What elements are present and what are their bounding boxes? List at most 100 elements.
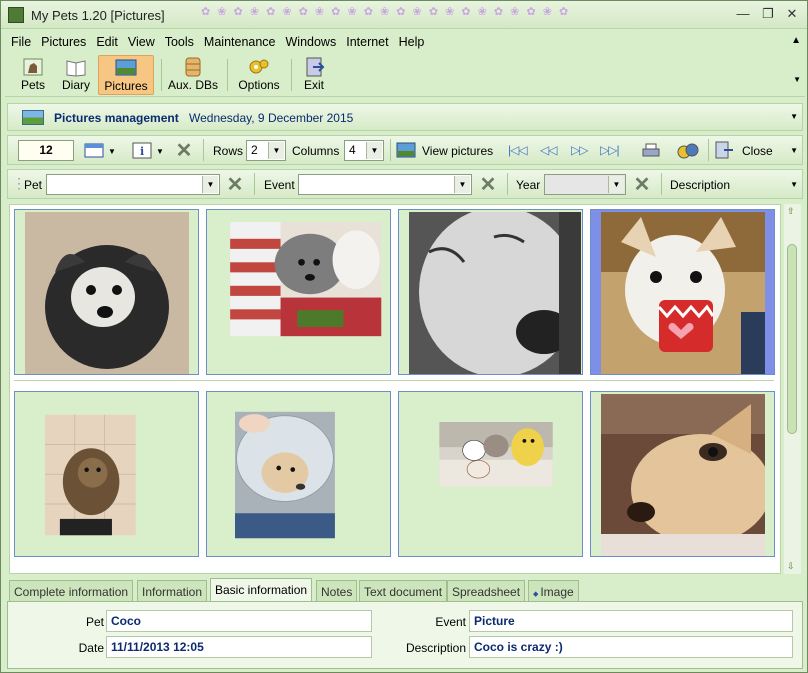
tab-image[interactable]: ◆ Image xyxy=(528,580,579,602)
tab-spreadsheet[interactable]: Spreadsheet xyxy=(447,580,526,602)
search-pictures-icon[interactable] xyxy=(676,142,700,159)
toolbar-separator xyxy=(203,139,204,161)
toolbar-separator xyxy=(661,173,662,195)
previous-page-icon[interactable]: ◁◁ xyxy=(540,143,557,157)
menu-help[interactable]: Help xyxy=(394,31,430,49)
tab-text-document[interactable]: Text document xyxy=(359,580,448,602)
chevron-down-icon[interactable]: ▼ xyxy=(366,142,382,159)
bar-chevron-icon[interactable]: ▼ xyxy=(790,146,798,155)
diary-label: Diary xyxy=(61,78,90,92)
menu-windows[interactable]: Windows xyxy=(281,31,342,49)
tab-complete-information[interactable]: Complete information xyxy=(9,580,134,602)
clear-pet-filter-icon[interactable]: ✕ xyxy=(225,175,245,195)
grid-scrollbar[interactable]: ⇧ ⇩ xyxy=(784,204,801,574)
picture-cell[interactable] xyxy=(590,391,775,557)
tab-information[interactable]: Information xyxy=(137,580,208,602)
picture-cell[interactable] xyxy=(14,209,199,375)
close-button[interactable]: Close xyxy=(712,139,782,161)
menu-file[interactable]: File xyxy=(6,31,36,49)
tab-basic-information[interactable]: Basic information xyxy=(210,578,313,602)
pets-label: Pets xyxy=(20,78,45,92)
header-chevron-icon[interactable]: ▼ xyxy=(790,112,798,121)
next-page-icon[interactable]: ▷▷ xyxy=(571,143,588,157)
columns-select[interactable]: 4 ▼ xyxy=(344,140,384,161)
dog-photo-4 xyxy=(601,212,765,374)
close-window-button[interactable]: ✕ xyxy=(781,5,803,23)
view-controls-bar: 12 ▼ i ▼ ✕ Rows 2 ▼ Columns 4 ▼ View pictu… xyxy=(7,135,803,165)
app-window: My Pets 1.20 [Pictures] ✿ ❀ ✿ ❀ ✿ ❀ ✿ ❀ … xyxy=(0,0,808,673)
view-pictures-button[interactable]: View pictures xyxy=(394,139,496,161)
clear-icon[interactable]: ✕ xyxy=(174,141,194,161)
title-bar: My Pets 1.20 [Pictures] ✿ ❀ ✿ ❀ ✿ ❀ ✿ ❀ … xyxy=(1,1,807,29)
event-label: Event xyxy=(435,615,466,629)
menu-edit[interactable]: Edit xyxy=(91,31,123,49)
last-page-icon[interactable]: ▷▷| xyxy=(600,143,620,157)
scroll-down-icon[interactable]: ⇩ xyxy=(787,561,795,572)
options-button[interactable]: Options xyxy=(234,55,284,95)
layout-icon[interactable] xyxy=(84,142,104,159)
menu-pictures[interactable]: Pictures xyxy=(36,31,91,49)
exit-button[interactable]: Exit xyxy=(297,55,331,95)
view-pictures-label: View pictures xyxy=(422,144,494,158)
event-filter-select[interactable]: ▼ xyxy=(298,174,472,195)
pictures-button[interactable]: Pictures xyxy=(98,55,154,95)
pet-filter-select[interactable]: ▼ xyxy=(46,174,220,195)
clear-event-filter-icon[interactable]: ✕ xyxy=(478,175,498,195)
picture-cell[interactable] xyxy=(398,391,583,557)
menu-internet[interactable]: Internet xyxy=(341,31,393,49)
date-label: Date xyxy=(78,641,104,655)
rows-label: Rows xyxy=(213,144,244,158)
menu-tools[interactable]: Tools xyxy=(160,31,199,49)
picture-cell[interactable] xyxy=(206,391,391,557)
columns-label: Columns xyxy=(292,144,340,158)
description-filter-label: Description xyxy=(670,178,731,192)
book-icon xyxy=(66,60,86,77)
event-value: Picture xyxy=(469,610,793,632)
bar-chevron-icon[interactable]: ▼ xyxy=(790,180,798,189)
aux-dbs-button[interactable]: Aux. DBs xyxy=(167,55,219,95)
chevron-down-icon[interactable]: ▼ xyxy=(268,142,284,159)
scroll-up-icon[interactable]: ⇧ xyxy=(787,206,795,217)
year-filter-label: Year xyxy=(516,178,541,192)
chevron-down-icon[interactable]: ▼ xyxy=(454,176,470,193)
picture-cell[interactable] xyxy=(14,391,199,557)
maximize-button[interactable]: ❐ xyxy=(757,5,779,23)
year-filter-select[interactable]: ▼ xyxy=(544,174,626,195)
exit-label: Exit xyxy=(303,78,324,92)
toolbar-separator xyxy=(291,59,292,91)
menu-view[interactable]: View xyxy=(123,31,160,49)
columns-value: 4 xyxy=(349,143,356,157)
tab-notes[interactable]: Notes xyxy=(316,580,358,602)
toolbar-separator xyxy=(507,173,508,195)
printer-icon[interactable] xyxy=(641,142,661,159)
section-header: Pictures management Wednesday, 9 Decembe… xyxy=(7,103,803,131)
scrollbar-thumb[interactable] xyxy=(787,244,797,434)
toolbar-separator xyxy=(254,173,255,195)
pet-value: Coco xyxy=(106,610,372,632)
picture-cell[interactable] xyxy=(206,209,391,375)
info-dropdown-icon[interactable]: ▼ xyxy=(156,147,164,156)
clear-year-filter-icon[interactable]: ✕ xyxy=(632,175,652,195)
menu-chevron-icon[interactable]: ▲ xyxy=(791,35,801,46)
first-page-icon[interactable]: |◁◁ xyxy=(508,143,528,157)
layout-dropdown-icon[interactable]: ▼ xyxy=(108,147,116,156)
picture-icon xyxy=(396,142,416,158)
menu-bar: File Pictures Edit View Tools Maintenance Wind… xyxy=(1,31,807,53)
options-label: Options xyxy=(238,78,280,92)
picture-cell-selected[interactable] xyxy=(590,209,775,375)
menu-maintenance[interactable]: Maintenance xyxy=(199,31,281,49)
dog-photo-8 xyxy=(601,394,765,556)
toolbar-separator xyxy=(708,139,709,161)
rows-select[interactable]: 2 ▼ xyxy=(246,140,286,161)
chevron-down-icon[interactable]: ▼ xyxy=(202,176,218,193)
gears-icon xyxy=(249,59,269,74)
info-icon[interactable]: i xyxy=(132,142,152,159)
picture-cell[interactable] xyxy=(398,209,583,375)
toolbar-chevron-icon[interactable]: ▼ xyxy=(793,75,801,84)
toolbar-separator xyxy=(390,139,391,161)
pets-button[interactable]: Pets xyxy=(13,55,53,95)
minimize-button[interactable]: — xyxy=(732,5,754,23)
diary-button[interactable]: Diary xyxy=(57,55,95,95)
chevron-down-icon[interactable]: ▼ xyxy=(608,176,624,193)
description-label: Description xyxy=(405,641,466,655)
